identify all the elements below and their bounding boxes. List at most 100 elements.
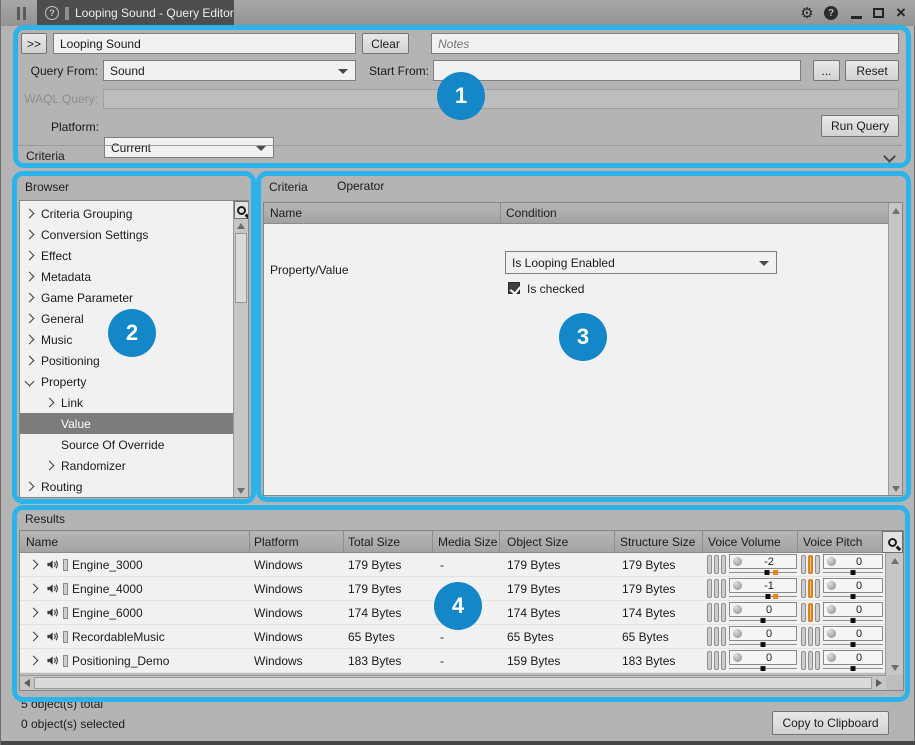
result-row[interactable]: Positioning_Demo Windows 183 Bytes - 159… <box>20 649 886 673</box>
voice-pitch-slider[interactable] <box>823 570 883 576</box>
scroll-down-icon[interactable] <box>892 486 900 492</box>
expander-icon[interactable] <box>29 584 39 594</box>
result-row[interactable]: Engine_4000 Windows 179 Bytes - 179 Byte… <box>20 577 886 601</box>
start-from-input[interactable] <box>433 60 801 81</box>
voice-volume-slider[interactable] <box>729 666 797 672</box>
close-icon[interactable]: × <box>892 4 910 22</box>
col-name[interactable]: Name <box>26 535 58 549</box>
clear-button[interactable]: Clear <box>362 33 409 54</box>
scroll-up-icon[interactable] <box>892 208 900 214</box>
browser-scrollbar[interactable] <box>233 201 248 497</box>
expander-icon[interactable] <box>29 608 39 618</box>
query-from-dropdown[interactable]: Sound <box>103 60 356 81</box>
voice-volume-slider[interactable] <box>729 594 797 600</box>
help-icon[interactable]: ? <box>822 4 840 22</box>
expander-icon[interactable] <box>25 272 35 282</box>
scrollbar-thumb[interactable] <box>235 233 247 303</box>
browser-tree-item[interactable]: Criteria Grouping <box>20 203 248 224</box>
expander-icon[interactable] <box>25 482 35 492</box>
voice-pitch-field[interactable]: 0 <box>823 578 883 593</box>
expander-icon[interactable] <box>25 209 35 219</box>
result-row[interactable]: Engine_3000 Windows 179 Bytes - 179 Byte… <box>20 553 886 577</box>
expander-icon[interactable] <box>25 335 35 345</box>
column-divider[interactable] <box>432 531 433 552</box>
voice-volume-field[interactable]: -2 <box>729 554 797 569</box>
results-vscrollbar[interactable] <box>885 553 903 675</box>
browser-tree-item[interactable]: Music <box>20 329 248 350</box>
column-divider[interactable] <box>343 531 344 552</box>
slider-thumb[interactable] <box>765 570 770 575</box>
expander-icon[interactable] <box>25 314 35 324</box>
browser-tree-item[interactable]: Metadata <box>20 266 248 287</box>
voice-volume-slider[interactable] <box>729 570 797 576</box>
column-divider[interactable] <box>500 203 501 223</box>
copy-to-clipboard-button[interactable]: Copy to Clipboard <box>772 711 889 735</box>
voice-volume-widget[interactable]: -1 <box>707 578 813 600</box>
voice-volume-field[interactable]: 0 <box>729 626 797 641</box>
slider-thumb[interactable] <box>761 618 766 623</box>
scroll-down-icon[interactable] <box>237 488 245 494</box>
slider-thumb[interactable] <box>851 618 856 623</box>
notes-input[interactable] <box>431 33 899 54</box>
browser-tree-item[interactable]: Randomizer <box>20 455 248 476</box>
voice-volume-widget[interactable]: 0 <box>707 650 813 672</box>
voice-volume-widget[interactable]: -2 <box>707 554 813 576</box>
expander-icon[interactable] <box>29 632 39 642</box>
slider-thumb[interactable] <box>851 594 856 599</box>
browser-tree-item[interactable]: Value <box>20 413 248 434</box>
expander-icon[interactable] <box>45 398 55 408</box>
col-platform[interactable]: Platform <box>254 535 299 549</box>
result-row[interactable]: RecordableMusic Windows 65 Bytes - 65 By… <box>20 625 886 649</box>
col-structure-size[interactable]: Structure Size <box>620 535 695 549</box>
col-voice-pitch[interactable]: Voice Pitch <box>803 535 862 549</box>
col-total-size[interactable]: Total Size <box>348 535 400 549</box>
voice-volume-widget[interactable]: 0 <box>707 626 813 648</box>
results-search-button[interactable] <box>882 531 903 553</box>
browser-tree-item[interactable]: Conversion Settings <box>20 224 248 245</box>
column-divider[interactable] <box>797 531 798 552</box>
browser-tree-item[interactable]: General <box>20 308 248 329</box>
voice-pitch-slider[interactable] <box>823 594 883 600</box>
expander-icon[interactable] <box>29 656 39 666</box>
results-hscrollbar[interactable] <box>20 675 886 690</box>
voice-volume-field[interactable]: 0 <box>729 650 797 665</box>
browser-tree-item[interactable]: Positioning <box>20 350 248 371</box>
voice-volume-slider[interactable] <box>729 618 797 624</box>
col-voice-volume[interactable]: Voice Volume <box>708 535 781 549</box>
voice-volume-field[interactable]: -1 <box>729 578 797 593</box>
slider-thumb[interactable] <box>766 594 771 599</box>
voice-pitch-field[interactable]: 0 <box>823 602 883 617</box>
scroll-up-icon[interactable] <box>891 558 899 564</box>
scrollbar-thumb[interactable] <box>34 677 872 689</box>
voice-volume-widget[interactable]: 0 <box>707 602 813 624</box>
voice-pitch-field[interactable]: 0 <box>823 650 883 665</box>
expander-icon[interactable] <box>25 293 35 303</box>
settings-gear-icon[interactable]: ⚙ <box>798 4 816 22</box>
browse-button[interactable]: ... <box>813 60 840 81</box>
voice-pitch-slider[interactable] <box>823 618 883 624</box>
expander-icon[interactable] <box>25 377 35 387</box>
expand-query-list-button[interactable]: >> <box>21 33 47 54</box>
scroll-right-icon[interactable] <box>876 679 882 687</box>
minimize-icon[interactable] <box>847 4 865 22</box>
expander-icon[interactable] <box>25 230 35 240</box>
criteria-col-condition[interactable]: Condition <box>506 206 557 220</box>
criteria-row-name[interactable]: Property/Value <box>270 263 349 277</box>
query-name-input[interactable] <box>53 33 356 54</box>
run-query-button[interactable]: Run Query <box>821 115 899 137</box>
is-checked-checkbox[interactable] <box>508 282 520 294</box>
slider-thumb[interactable] <box>761 666 766 671</box>
expander-icon[interactable] <box>25 356 35 366</box>
expander-icon[interactable] <box>29 560 39 570</box>
slider-thumb[interactable] <box>851 642 856 647</box>
voice-volume-slider[interactable] <box>729 642 797 648</box>
col-object-size[interactable]: Object Size <box>507 535 568 549</box>
reset-button[interactable]: Reset <box>845 60 899 81</box>
scroll-down-icon[interactable] <box>891 665 899 671</box>
voice-pitch-field[interactable]: 0 <box>823 626 883 641</box>
expander-icon[interactable] <box>25 251 35 261</box>
browser-tree-item[interactable]: Property <box>20 371 248 392</box>
browser-tree-item[interactable]: Link <box>20 392 248 413</box>
voice-pitch-slider[interactable] <box>823 666 883 672</box>
voice-volume-field[interactable]: 0 <box>729 602 797 617</box>
